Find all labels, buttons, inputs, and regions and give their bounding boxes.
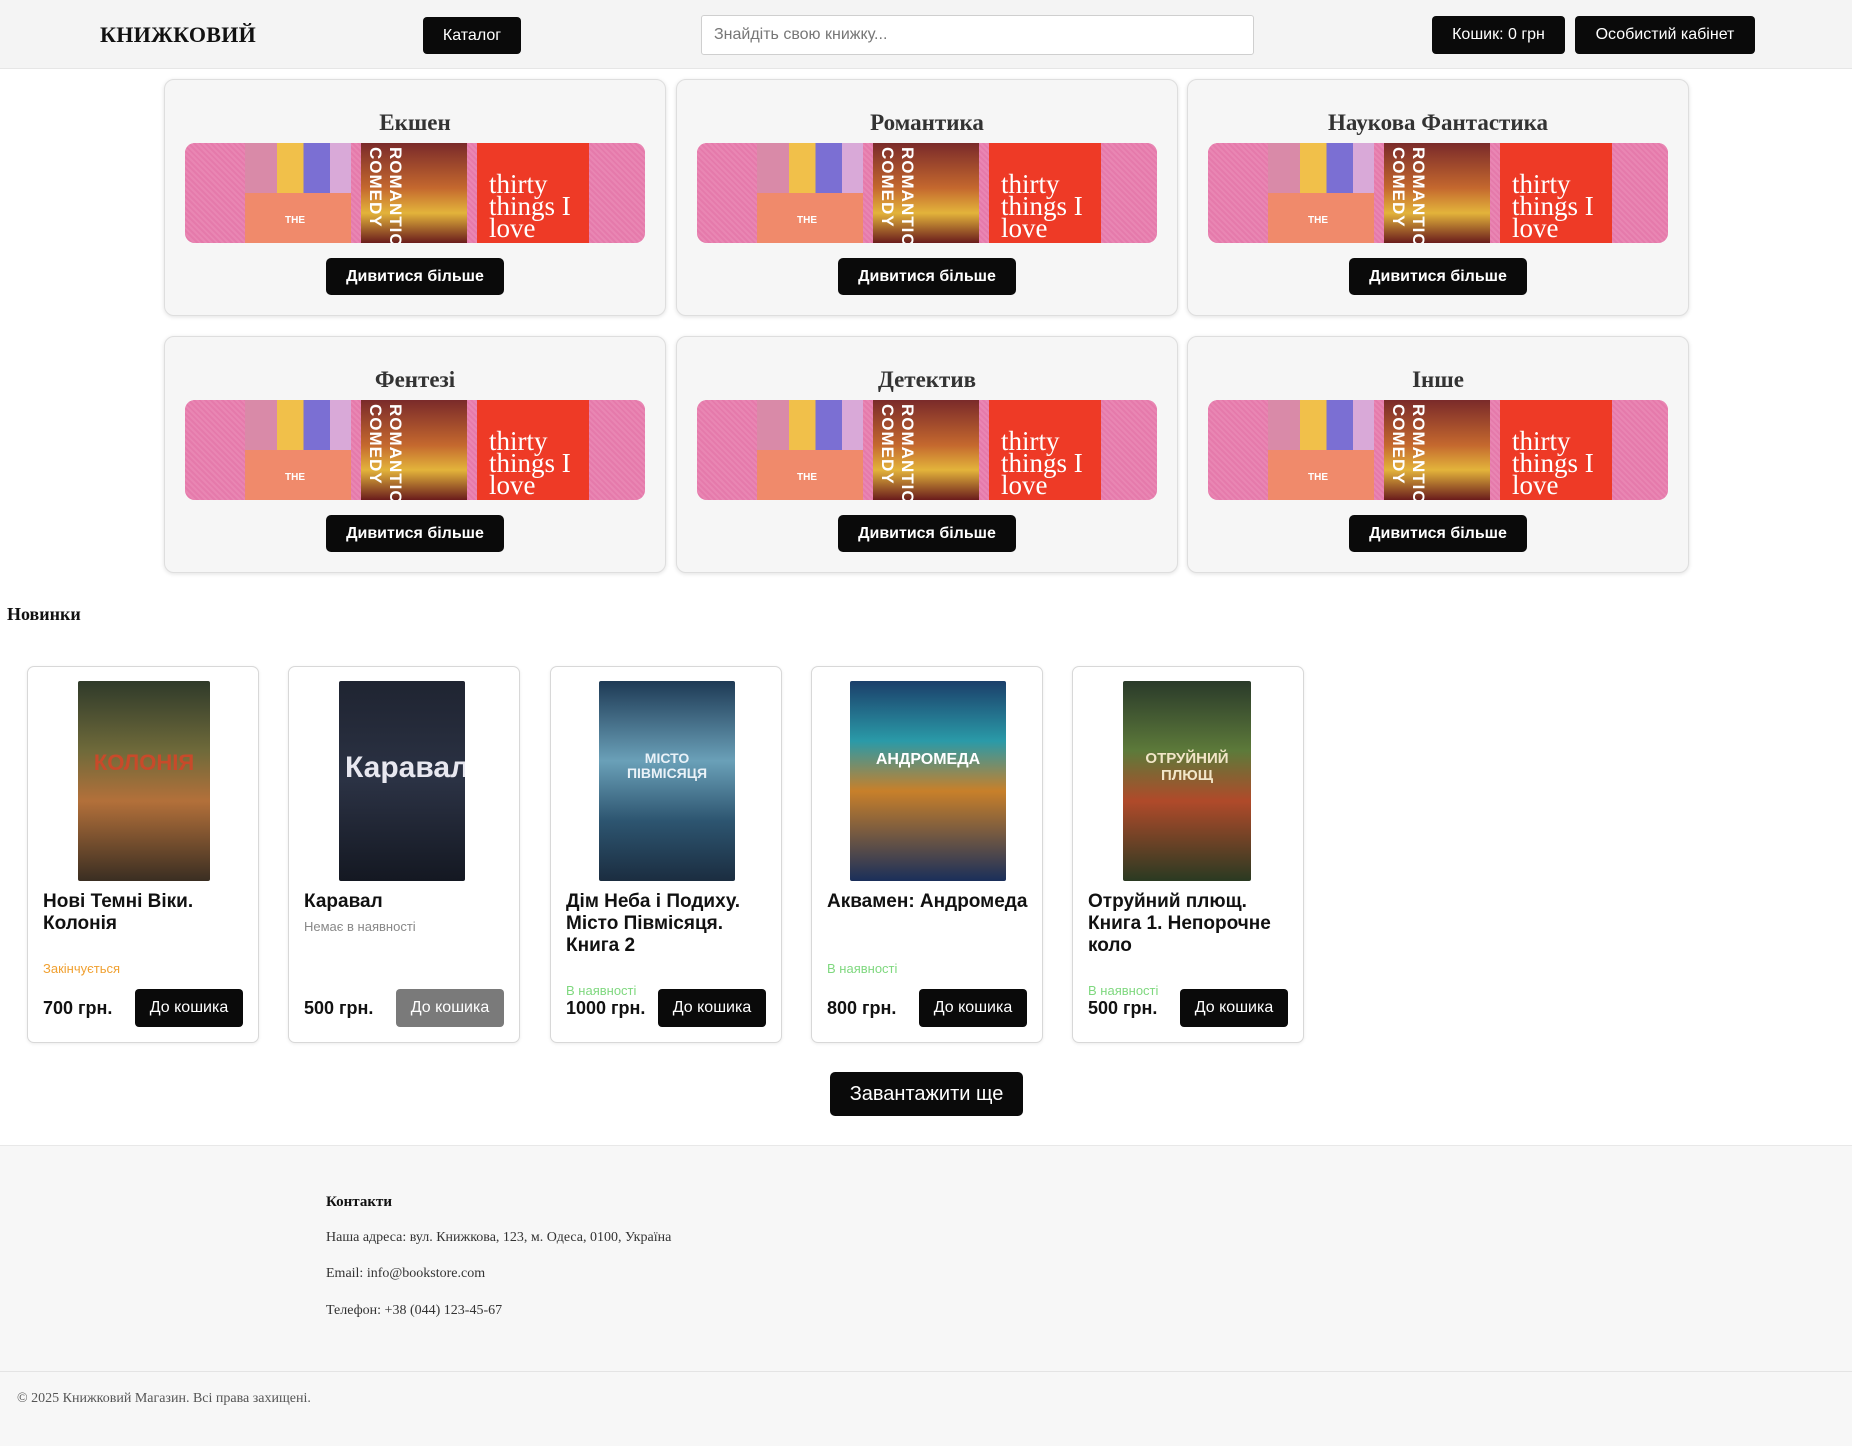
stock-status: В наявності xyxy=(566,983,637,998)
product-card: КОЛОНІЯ Нові Темні Віки. Колонія Закінчуєт… xyxy=(27,666,259,1043)
site-logo[interactable]: КНИЖКОВИЙ xyxy=(100,22,256,48)
product-price: 500 грн. xyxy=(1088,998,1158,1018)
book-cover-image[interactable]: ОТРУЙНИЙ ПЛЮЩ xyxy=(1123,681,1251,881)
see-more-button[interactable]: Дивитися більше xyxy=(838,258,1016,295)
product-card: АНДРОМЕДА Аквамен: Андромеда В наявності 80… xyxy=(811,666,1043,1043)
footer-divider xyxy=(0,1371,1852,1372)
see-more-button[interactable]: Дивитися більше xyxy=(1349,258,1527,295)
stock-status: Немає в наявності xyxy=(304,919,416,934)
add-to-cart-button[interactable]: До кошика xyxy=(1180,989,1288,1027)
genre-card: Наукова Фантастика THE ROMANTIC COMEDY thir… xyxy=(1187,79,1689,316)
genre-card: Романтика THE ROMANTIC COMEDY thirty things… xyxy=(676,79,1178,316)
address-text: Наша адреса: вул. Книжкова, 123, м. Одес… xyxy=(326,1230,672,1245)
site-footer: Контакти Наша адреса: вул. Книжкова, 123… xyxy=(0,1145,1852,1446)
product-title[interactable]: Отруйний плющ. Книга 1. Непорочне коло xyxy=(1088,891,1293,957)
load-more-button[interactable]: Завантажити ще xyxy=(830,1072,1023,1116)
genre-title: Екшен xyxy=(379,110,451,135)
contacts-title: Контакти xyxy=(326,1194,392,1210)
genre-title: Романтика xyxy=(870,110,984,135)
genre-card: Детектив THE ROMANTIC COMEDY thirty things … xyxy=(676,336,1178,573)
add-to-cart-button[interactable]: До кошика xyxy=(135,989,243,1027)
product-title[interactable]: Аквамен: Андромеда xyxy=(827,891,1032,913)
genre-banner-image: THE ROMANTIC COMEDY thirty things I love xyxy=(1208,400,1668,500)
product-card: Каравал Каравал Немає в наявності 500 грн. Д… xyxy=(288,666,520,1043)
see-more-button[interactable]: Дивитися більше xyxy=(326,515,504,552)
product-title[interactable]: Каравал xyxy=(304,891,509,913)
stock-status: Закінчується xyxy=(43,961,121,976)
stock-status: В наявності xyxy=(827,961,898,976)
product-card: ОТРУЙНИЙ ПЛЮЩ Отруйний плющ. Книга 1. Неп… xyxy=(1072,666,1304,1043)
genre-banner-image: THE ROMANTIC COMEDY thirty things I love xyxy=(185,143,645,243)
search-input[interactable] xyxy=(701,15,1254,55)
product-title[interactable]: Нові Темні Віки. Колонія xyxy=(43,891,248,935)
genre-banner-image: THE ROMANTIC COMEDY thirty things I love xyxy=(185,400,645,500)
genre-card: Фентезі THE ROMANTIC COMEDY thirty things I… xyxy=(164,336,666,573)
site-header: КНИЖКОВИЙ Каталог Кошик: 0 грн Особистий… xyxy=(0,0,1852,69)
catalog-button[interactable]: Каталог xyxy=(423,17,521,54)
phone-text: Телефон: +38 (044) 123-45-67 xyxy=(326,1303,503,1318)
genre-title: Наукова Фантастика xyxy=(1327,110,1549,135)
product-title[interactable]: Дім Неба і Подиху. Місто Півмісяця. Книг… xyxy=(566,891,771,957)
account-button[interactable]: Особистий кабінет xyxy=(1575,16,1755,54)
product-card: МІСТО ПІВМІСЯЦЯ Дім Неба і Подиху. Місто … xyxy=(550,666,782,1043)
book-cover-image[interactable]: КОЛОНІЯ xyxy=(78,681,210,881)
genre-banner-image: THE ROMANTIC COMEDY thirty things I love xyxy=(1208,143,1668,243)
add-to-cart-button[interactable]: До кошика xyxy=(919,989,1027,1027)
genre-banner-image: THE ROMANTIC COMEDY thirty things I love xyxy=(697,143,1157,243)
genre-card: Екшен THE ROMANTIC COMEDY thirty things I l… xyxy=(164,79,666,316)
book-cover-image[interactable]: АНДРОМЕДА xyxy=(850,681,1006,881)
see-more-button[interactable]: Дивитися більше xyxy=(326,258,504,295)
email-text: Email: info@bookstore.com xyxy=(326,1266,486,1281)
genre-title: Фентезі xyxy=(374,367,456,392)
see-more-button[interactable]: Дивитися більше xyxy=(838,515,1016,552)
add-to-cart-button[interactable]: До кошика xyxy=(658,989,766,1027)
genre-banner-image: THE ROMANTIC COMEDY thirty things I love xyxy=(697,400,1157,500)
genre-title: Детектив xyxy=(877,367,977,392)
new-arrivals-title: Новинки xyxy=(7,604,81,624)
stock-status: В наявності xyxy=(1088,983,1159,998)
cart-button[interactable]: Кошик: 0 грн xyxy=(1432,16,1565,54)
product-price: 800 грн. xyxy=(827,998,897,1018)
copyright-text: © 2025 Книжковий Магазин. Всі права захи… xyxy=(17,1391,311,1406)
book-cover-image[interactable]: Каравал xyxy=(339,681,465,881)
see-more-button[interactable]: Дивитися більше xyxy=(1349,515,1527,552)
product-price: 700 грн. xyxy=(43,998,113,1018)
add-to-cart-button[interactable]: До кошика xyxy=(396,989,504,1027)
product-price: 500 грн. xyxy=(304,998,374,1018)
genre-title: Інше xyxy=(1412,367,1464,392)
book-cover-image[interactable]: МІСТО ПІВМІСЯЦЯ xyxy=(599,681,735,881)
product-price: 1000 грн. xyxy=(566,998,646,1018)
genre-card: Інше THE ROMANTIC COMEDY thirty things I lo… xyxy=(1187,336,1689,573)
